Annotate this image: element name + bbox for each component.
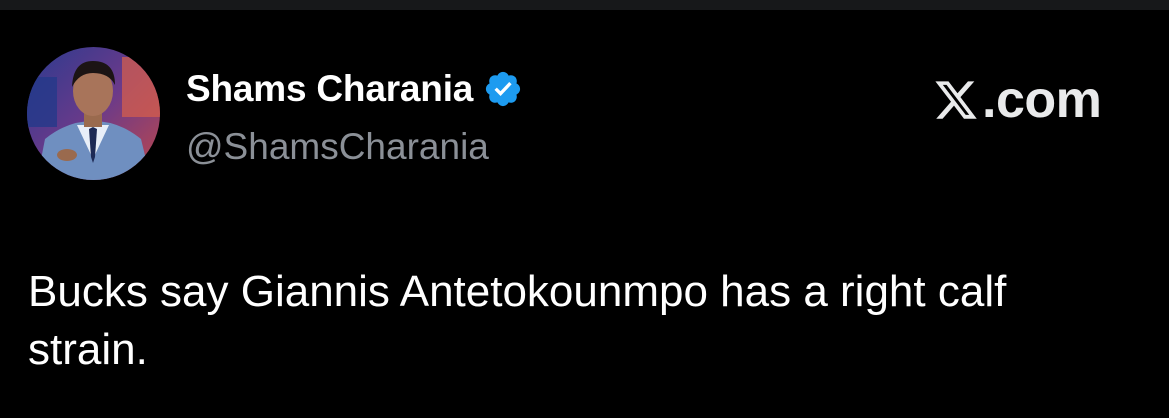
brand-logo: .com <box>932 71 1102 129</box>
top-strip <box>0 0 1169 10</box>
brand-domain-text: .com <box>982 71 1102 129</box>
author-name-row: Shams Charania <box>186 66 523 112</box>
avatar[interactable] <box>27 47 160 180</box>
verified-badge-icon <box>483 69 523 109</box>
tweet-text: Bucks say Giannis Antetokounmpo has a ri… <box>28 267 1007 374</box>
avatar-image <box>27 47 160 180</box>
author-handle[interactable]: @ShamsCharania <box>186 126 489 168</box>
x-logo-icon <box>932 77 980 123</box>
tweet-card: Shams Charania @ShamsCharania .com Bucks… <box>0 10 1169 418</box>
author-name[interactable]: Shams Charania <box>186 68 473 110</box>
